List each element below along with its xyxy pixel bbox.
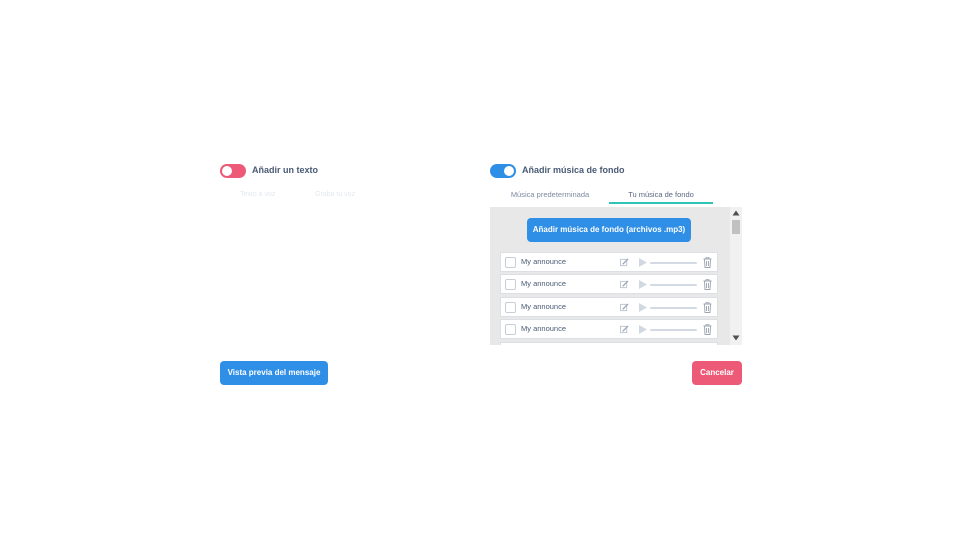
track-checkbox[interactable] xyxy=(505,257,516,268)
edit-icon[interactable] xyxy=(620,303,629,312)
track-checkbox[interactable] xyxy=(505,279,516,291)
add-music-toggle[interactable] xyxy=(490,164,516,178)
track-progress-bar[interactable] xyxy=(650,329,697,332)
preview-message-button[interactable]: Vista previa del mensaje xyxy=(220,361,328,385)
track-name: My announce xyxy=(521,279,567,289)
music-panel: Añadir música de fondo (archivos .mp3) M… xyxy=(490,207,742,345)
tab-default-music[interactable]: Música predeterminada xyxy=(495,186,605,204)
track-name: My announce xyxy=(521,324,567,334)
play-icon[interactable] xyxy=(639,280,647,290)
track-progress-bar[interactable] xyxy=(650,262,697,264)
track-checkbox[interactable] xyxy=(505,301,516,313)
track-progress-bar[interactable] xyxy=(650,306,697,309)
play-icon[interactable] xyxy=(639,325,647,335)
cancel-button[interactable]: Cancelar xyxy=(692,361,742,385)
trash-icon[interactable] xyxy=(703,279,712,291)
track-checkbox[interactable] xyxy=(505,324,516,336)
edit-icon[interactable] xyxy=(620,325,629,334)
edit-icon[interactable] xyxy=(620,280,629,289)
toggle-knob xyxy=(504,166,514,176)
track-list: My announce My announce My announce My a… xyxy=(500,252,718,345)
upload-music-button[interactable]: Añadir música de fondo (archivos .mp3) xyxy=(527,218,691,242)
play-icon[interactable] xyxy=(639,258,647,267)
tab-own-music[interactable]: Tu música de fondo xyxy=(609,186,713,204)
track-name: My announce xyxy=(521,257,567,266)
add-text-toggle[interactable] xyxy=(220,164,246,178)
scrollbar[interactable] xyxy=(730,207,742,345)
scroll-down-arrow-icon[interactable] xyxy=(732,335,740,341)
track-row: My announce xyxy=(500,274,718,295)
add-text-label: Añadir un texto xyxy=(252,165,319,175)
tab-text-to-speech: Texto a voz xyxy=(240,191,276,198)
tab-record-voice: Graba tu voz xyxy=(315,191,356,198)
track-row: My announce xyxy=(500,252,718,272)
track-progress-bar[interactable] xyxy=(650,284,697,287)
track-name: My announce xyxy=(521,301,567,311)
track-row-partial xyxy=(500,341,718,345)
trash-icon[interactable] xyxy=(703,257,712,268)
trash-icon[interactable] xyxy=(703,324,712,336)
scroll-thumb[interactable] xyxy=(732,220,740,234)
toggle-knob xyxy=(222,166,232,176)
add-music-label: Añadir música de fondo xyxy=(522,165,625,175)
edit-icon[interactable] xyxy=(620,258,629,267)
track-row: My announce xyxy=(500,319,718,340)
play-icon[interactable] xyxy=(639,302,647,312)
scroll-up-arrow-icon[interactable] xyxy=(732,210,740,216)
trash-icon[interactable] xyxy=(703,302,712,313)
track-row: My announce xyxy=(500,296,718,317)
